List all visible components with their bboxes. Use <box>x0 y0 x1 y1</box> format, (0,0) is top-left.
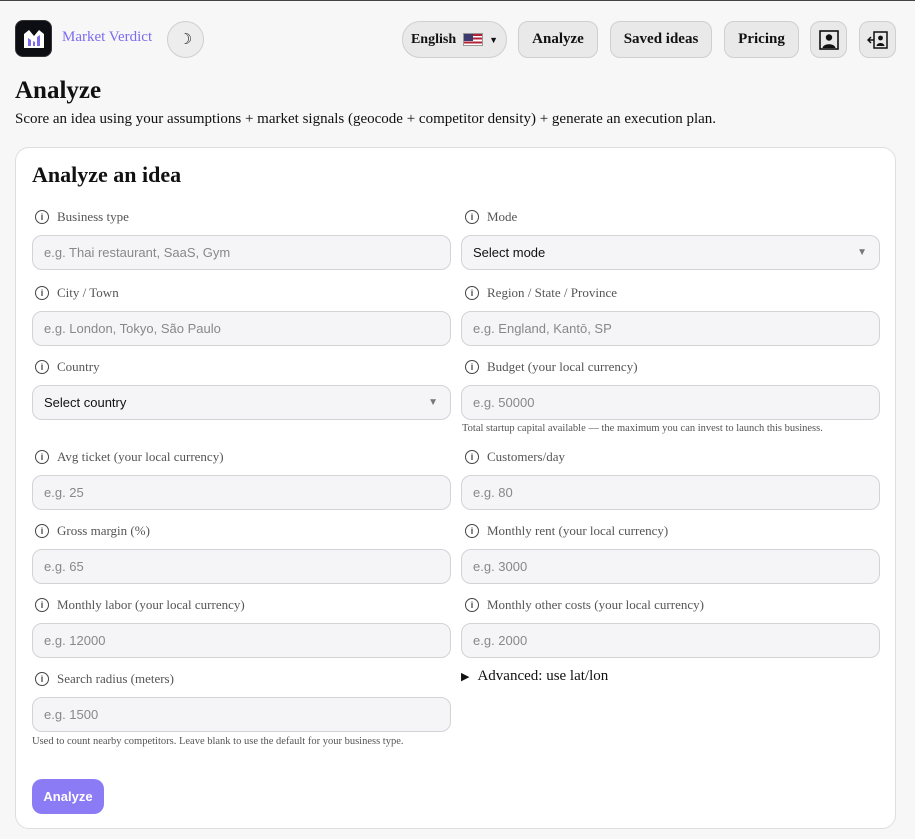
advanced-label: Advanced: use lat/lon <box>477 668 609 684</box>
region-label-text: Region / State / Province <box>487 285 617 300</box>
country-select[interactable]: Select country ▼ <box>32 385 451 420</box>
monthly-labor-label: i Monthly labor (your local currency) <box>35 597 245 613</box>
info-icon[interactable]: i <box>35 286 49 300</box>
account-button[interactable] <box>810 21 847 58</box>
page-subtitle: Score an idea using your assumptions + m… <box>15 111 717 127</box>
search-radius-label: i Search radius (meters) <box>35 671 174 687</box>
budget-label: i Budget (your local currency) <box>465 359 638 375</box>
nav-saved-ideas-button[interactable]: Saved ideas <box>610 21 712 58</box>
customers-day-input[interactable] <box>461 475 880 510</box>
monthly-other-input[interactable] <box>461 623 880 658</box>
info-icon[interactable]: i <box>465 524 479 538</box>
us-flag-icon <box>463 33 484 46</box>
info-icon[interactable]: i <box>35 450 49 464</box>
info-icon[interactable]: i <box>465 360 479 374</box>
language-label: English <box>410 31 457 47</box>
analyze-submit-button[interactable]: Analyze <box>32 779 104 814</box>
info-icon[interactable]: i <box>465 286 479 300</box>
city-label: i City / Town <box>35 285 119 301</box>
country-label: i Country <box>35 359 100 375</box>
info-icon[interactable]: i <box>35 360 49 374</box>
gross-margin-label: i Gross margin (%) <box>35 523 150 539</box>
monthly-other-label: i Monthly other costs (your local currenc… <box>465 597 704 613</box>
budget-label-text: Budget (your local currency) <box>487 359 638 374</box>
nav-pricing-button[interactable]: Pricing <box>724 21 799 58</box>
info-icon[interactable]: i <box>465 210 479 224</box>
analyze-form-card: Analyze an idea i Business type i Mode Sel… <box>15 147 896 829</box>
monthly-other-label-text: Monthly other costs (your local currency… <box>487 597 704 612</box>
country-label-text: Country <box>57 359 100 374</box>
customers-day-label: i Customers/day <box>465 449 565 465</box>
chevron-down-icon: ▼ <box>428 397 438 408</box>
info-icon[interactable]: i <box>35 210 49 224</box>
search-radius-input[interactable] <box>32 697 451 732</box>
region-input[interactable] <box>461 311 880 346</box>
logo-icon[interactable] <box>15 20 52 57</box>
chevron-down-icon: ▼ <box>489 34 499 45</box>
triangle-right-icon: ▶ <box>461 671 470 683</box>
gross-margin-input[interactable] <box>32 549 451 584</box>
theme-toggle-glyph: ☽ <box>178 32 193 48</box>
search-radius-label-text: Search radius (meters) <box>57 671 174 686</box>
monthly-rent-label: i Monthly rent (your local currency) <box>465 523 668 539</box>
avg-ticket-label-text: Avg ticket (your local currency) <box>57 449 224 464</box>
gross-margin-label-text: Gross margin (%) <box>57 523 150 538</box>
brand-name[interactable]: Market Verdict <box>62 29 152 46</box>
nav-analyze-button[interactable]: Analyze <box>518 21 598 58</box>
sign-out-icon <box>866 30 888 49</box>
mode-label: i Mode <box>465 209 517 225</box>
city-label-text: City / Town <box>57 285 119 300</box>
search-radius-help-text: Used to count nearby competitors. Leave … <box>32 736 404 747</box>
avg-ticket-label: i Avg ticket (your local currency) <box>35 449 224 465</box>
info-icon[interactable]: i <box>35 672 49 686</box>
advanced-toggle[interactable]: ▶ Advanced: use lat/lon <box>461 668 608 685</box>
business-type-label-text: Business type <box>57 209 129 224</box>
mode-select[interactable]: Select mode ▼ <box>461 235 880 270</box>
city-input[interactable] <box>32 311 451 346</box>
mode-select-value: Select mode <box>473 245 546 260</box>
customers-day-label-text: Customers/day <box>487 449 565 464</box>
monthly-rent-input[interactable] <box>461 549 880 584</box>
business-type-input[interactable] <box>32 235 451 270</box>
account-icon <box>818 29 839 50</box>
info-icon[interactable]: i <box>35 598 49 612</box>
language-select[interactable]: English ▼ <box>402 21 507 58</box>
mode-label-text: Mode <box>487 209 518 224</box>
form-title: Analyze an idea <box>32 162 182 187</box>
budget-input[interactable] <box>461 385 880 420</box>
avg-ticket-input[interactable] <box>32 475 451 510</box>
info-icon[interactable]: i <box>35 524 49 538</box>
moon-icon[interactable]: ☽ <box>167 21 204 58</box>
budget-help-text: Total startup capital available — the ma… <box>462 423 823 434</box>
info-icon[interactable]: i <box>465 598 479 612</box>
monthly-rent-label-text: Monthly rent (your local currency) <box>487 523 669 538</box>
business-type-label: i Business type <box>35 209 129 225</box>
chevron-down-icon: ▼ <box>857 247 867 258</box>
info-icon[interactable]: i <box>465 450 479 464</box>
country-select-value: Select country <box>44 395 127 410</box>
sign-out-button[interactable] <box>859 21 896 58</box>
monthly-labor-label-text: Monthly labor (your local currency) <box>57 597 245 612</box>
region-label: i Region / State / Province <box>465 285 617 301</box>
monthly-labor-input[interactable] <box>32 623 451 658</box>
top-header: Market Verdict ☽ English ▼ Analyze Saved… <box>0 1 915 77</box>
page-title: Analyze <box>15 77 102 104</box>
